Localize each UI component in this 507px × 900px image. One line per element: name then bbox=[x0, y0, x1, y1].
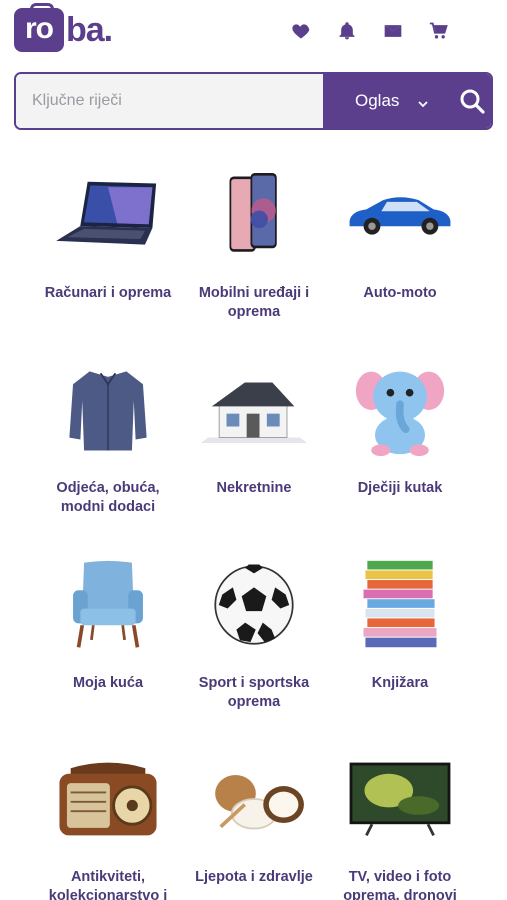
logo[interactable]: ro ba. bbox=[14, 3, 113, 52]
category-select[interactable]: Oglas bbox=[355, 91, 429, 111]
category-label: Dječiji kutak bbox=[357, 480, 443, 496]
laptop-icon bbox=[33, 160, 183, 270]
cart-icon[interactable] bbox=[427, 20, 451, 42]
category-select-value: Oglas bbox=[355, 91, 400, 110]
coconut-icon bbox=[179, 744, 329, 854]
search-bar: Oglas bbox=[14, 72, 493, 130]
header: ro ba. bbox=[0, 0, 507, 64]
category-item-racunari[interactable]: Računari i oprema bbox=[33, 160, 183, 303]
mail-icon[interactable] bbox=[381, 20, 405, 42]
chevron-down-icon bbox=[417, 95, 429, 108]
category-item-antikviteti[interactable]: Antikviteti, kolekcionarstvo i bbox=[33, 744, 183, 900]
category-item-nekretnine[interactable]: Nekretnine bbox=[179, 355, 329, 498]
car-icon bbox=[325, 160, 475, 270]
category-item-mobilni[interactable]: Mobilni uređaji i oprema bbox=[179, 160, 329, 322]
search-input[interactable] bbox=[16, 74, 323, 128]
soccer-ball-icon bbox=[179, 550, 329, 660]
bell-icon[interactable] bbox=[335, 20, 359, 42]
category-label: Knjižara bbox=[371, 675, 429, 691]
category-item-ljepota[interactable]: Ljepota i zdravlje bbox=[179, 744, 329, 887]
category-label: Odjeća, obuća, modni dodaci bbox=[56, 480, 160, 515]
category-item-tv-video[interactable]: TV, video i foto oprema, dronovi bbox=[325, 744, 475, 900]
radio-icon bbox=[33, 744, 183, 854]
armchair-icon bbox=[33, 550, 183, 660]
category-label: Antikviteti, kolekcionarstvo i bbox=[48, 869, 168, 900]
category-label: Sport i sportska oprema bbox=[198, 675, 310, 710]
search-icon bbox=[459, 89, 486, 118]
logo-text: ba. bbox=[66, 11, 113, 49]
heart-icon[interactable] bbox=[289, 20, 313, 42]
category-item-odjeca[interactable]: Odjeća, obuća, modni dodaci bbox=[33, 355, 183, 517]
search-controls: Oglas bbox=[323, 74, 491, 128]
toy-elephant-icon bbox=[325, 355, 475, 465]
category-label: TV, video i foto oprema, dronovi bbox=[343, 869, 457, 900]
category-label: Nekretnine bbox=[216, 480, 292, 496]
category-label: Mobilni uređaji i oprema bbox=[198, 285, 310, 320]
logo-box-text: ro bbox=[25, 12, 54, 45]
category-item-sport[interactable]: Sport i sportska oprema bbox=[179, 550, 329, 712]
books-icon bbox=[325, 550, 475, 660]
category-item-djeciji-kutak[interactable]: Dječiji kutak bbox=[325, 355, 475, 498]
house-icon bbox=[179, 355, 329, 465]
tv-icon bbox=[325, 744, 475, 854]
header-actions bbox=[289, 20, 451, 42]
category-item-auto-moto[interactable]: Auto-moto bbox=[325, 160, 475, 303]
category-item-knjizara[interactable]: Knjižara bbox=[325, 550, 475, 693]
category-label: Ljepota i zdravlje bbox=[195, 869, 313, 885]
phone-icon bbox=[179, 160, 329, 270]
category-label: Računari i oprema bbox=[44, 285, 172, 301]
search-button[interactable] bbox=[459, 88, 486, 114]
category-label: Auto-moto bbox=[363, 285, 437, 301]
shirt-icon bbox=[33, 355, 183, 465]
logo-box: ro bbox=[14, 3, 64, 52]
category-label: Moja kuća bbox=[72, 675, 144, 691]
category-item-moja-kuca[interactable]: Moja kuća bbox=[33, 550, 183, 693]
